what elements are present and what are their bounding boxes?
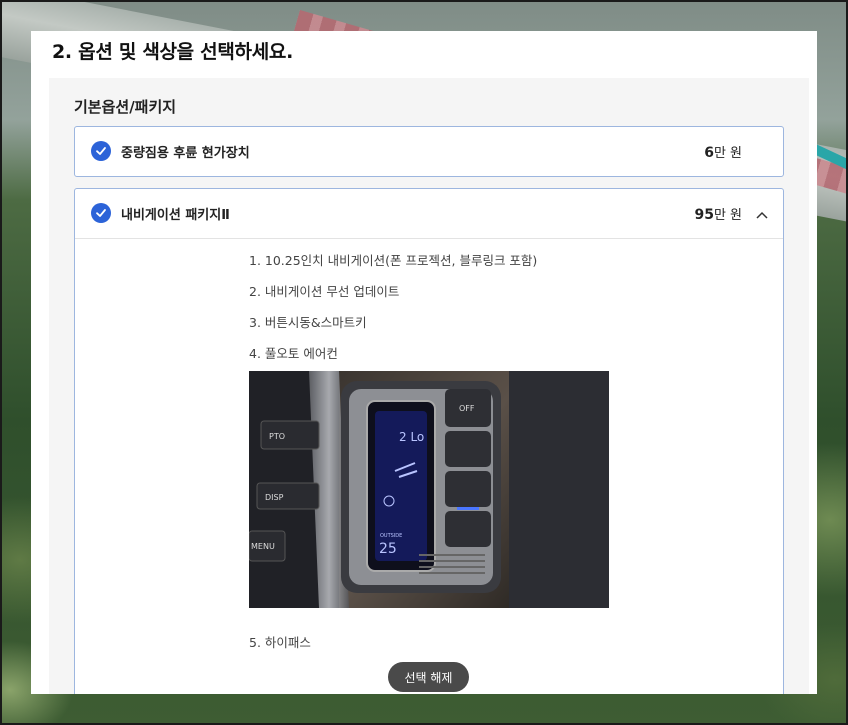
package-details: 1. 10.25인치 내비게이션(폰 프로젝션, 블루링크 포함) 2. 내비게… (249, 252, 537, 376)
group-title: 기본옵션/패키지 (74, 98, 177, 116)
off-label: OFF (459, 404, 475, 413)
air-conditioner-photo: PTO DISP MENU 2 Lo OUTSIDE 25 OFF (249, 371, 609, 608)
detail-item: 1. 10.25인치 내비게이션(폰 프로젝션, 블루링크 포함) (249, 253, 538, 268)
options-panel: 2. 옵션 및 색상을 선택하세요. 기본옵션/패키지 중량짐용 후륜 현가장치… (31, 31, 817, 694)
option-rear-suspension[interactable]: 중량짐용 후륜 현가장치 6만 원 (74, 126, 784, 177)
outside-label: OUTSIDE (380, 533, 402, 539)
option-name: 중량짐용 후륜 현가장치 (121, 146, 250, 161)
basic-options-group: 기본옵션/패키지 중량짐용 후륜 현가장치 6만 원 내비게이션 패키지Ⅱ 95… (49, 78, 809, 694)
option-price: 6만 원 (704, 145, 742, 161)
pto-label: PTO (269, 432, 285, 441)
option-name: 내비게이션 패키지Ⅱ (121, 208, 230, 223)
deselect-button[interactable]: 선택 해제 (388, 662, 469, 692)
temp-readout: 2 Lo (399, 430, 424, 444)
detail-item: 5. 하이패스 (249, 635, 311, 650)
section-title: 2. 옵션 및 색상을 선택하세요. (52, 41, 293, 63)
option-price: 95만 원 (694, 207, 742, 223)
detail-item: 2. 내비게이션 무선 업데이트 (249, 284, 400, 299)
option-navigation-package[interactable]: 내비게이션 패키지Ⅱ 95만 원 1. 10.25인치 내비게이션(폰 프로젝션… (74, 188, 784, 694)
check-circle-icon[interactable] (91, 141, 111, 161)
chevron-up-icon[interactable] (755, 207, 769, 221)
detail-item: 3. 버튼시동&스마트키 (249, 315, 367, 330)
divider (75, 238, 783, 239)
check-circle-icon[interactable] (91, 203, 111, 223)
disp-label: DISP (265, 493, 284, 502)
menu-label: MENU (251, 542, 275, 551)
outside-temp: 25 (379, 541, 397, 557)
